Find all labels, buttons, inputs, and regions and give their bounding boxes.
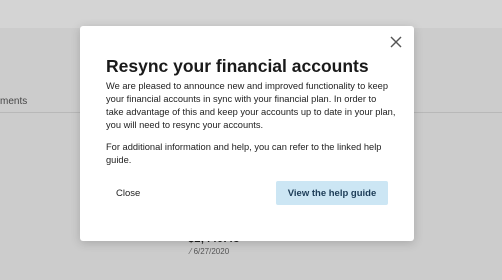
modal-paragraph-2: For additional information and help, you… [106, 142, 382, 165]
modal-body: We are pleased to announce new and impro… [106, 80, 396, 176]
close-icon[interactable] [388, 34, 404, 50]
resync-modal: Resync your financial accounts We are pl… [80, 26, 414, 241]
modal-title: Resync your financial accounts [106, 56, 369, 76]
view-help-guide-button[interactable]: View the help guide [276, 181, 388, 205]
modal-paragraph-1: We are pleased to announce new and impro… [106, 81, 396, 130]
close-button[interactable]: Close [116, 188, 140, 199]
